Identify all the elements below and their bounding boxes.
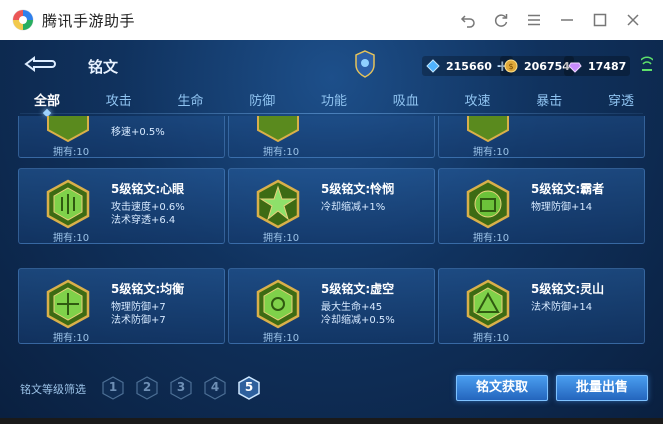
level-label: 2 xyxy=(142,380,152,394)
undo-button[interactable] xyxy=(456,8,480,32)
inscription-gem-icon xyxy=(257,116,299,143)
menu-button[interactable] xyxy=(522,8,546,32)
svg-text:$: $ xyxy=(508,62,513,71)
gem-crystal-icon xyxy=(568,62,582,73)
inscription-owned-count: 拥有:10 xyxy=(473,233,510,244)
level-filter-1[interactable]: 1 xyxy=(102,376,124,400)
inscription-stat: 法术穿透+6.4 xyxy=(111,215,176,226)
wifi-signal-icon xyxy=(641,56,653,71)
diamond-icon xyxy=(426,59,440,73)
tab-defense[interactable]: 防御 xyxy=(229,90,295,112)
inscription-gem-icon xyxy=(256,279,300,329)
level-label: 5 xyxy=(244,380,254,394)
diamond-balance: 215660 + xyxy=(422,56,513,76)
gold-balance: $ 206754 xyxy=(500,56,574,76)
level-filter-2[interactable]: 2 xyxy=(136,376,158,400)
back-arrow-icon[interactable] xyxy=(20,54,60,74)
tab-crit[interactable]: 暴击 xyxy=(516,90,582,112)
tab-attack-speed[interactable]: 攻速 xyxy=(445,90,511,112)
inscription-owned-count: 拥有:10 xyxy=(263,147,300,158)
minimize-button[interactable] xyxy=(555,8,579,32)
inscription-gem-icon xyxy=(47,116,89,143)
inscription-grid[interactable]: 移速+0.5% 拥有:10 拥有:10 拥有:10 5级铭文:心眼 攻击速度+0… xyxy=(18,116,646,346)
menu-icon xyxy=(528,14,540,26)
inscription-name: 5级铭文:心眼 xyxy=(111,182,185,196)
window-bottom-edge xyxy=(0,418,663,424)
tab-attack[interactable]: 攻击 xyxy=(86,90,152,112)
inscription-stat: 法术防御+7 xyxy=(111,315,166,326)
level-filter-4[interactable]: 4 xyxy=(204,376,226,400)
inscription-gem-icon xyxy=(46,179,90,229)
app-title: 腾讯手游助手 xyxy=(42,12,136,30)
level-label: 3 xyxy=(176,380,186,394)
inscription-stat: 冷却缩减+1% xyxy=(321,202,386,213)
inscription-stat: 移速+0.5% xyxy=(111,127,165,138)
gem-balance: 17487 xyxy=(564,56,631,76)
inscription-stat: 冷却缩减+0.5% xyxy=(321,315,395,326)
inscription-gem-icon xyxy=(467,116,509,143)
close-icon xyxy=(627,14,639,26)
inscription-card-lingshan[interactable]: 5级铭文:灵山 法术防御+14 拥有:10 xyxy=(438,268,645,344)
inscription-gem-icon xyxy=(466,179,510,229)
inscription-gem-icon xyxy=(466,279,510,329)
inscription-name: 5级铭文:霸者 xyxy=(531,182,605,196)
tab-health[interactable]: 生命 xyxy=(158,90,224,112)
inscription-card-junheng[interactable]: 5级铭文:均衡 物理防御+7 法术防御+7 拥有:10 xyxy=(18,268,225,344)
inscription-card-lianmin[interactable]: 5级铭文:怜悯 冷却缩减+1% 拥有:10 xyxy=(228,168,435,244)
tab-divider xyxy=(20,113,643,114)
game-screen: 铭文 215660 + $ 206754 17487 全部 攻击 生命 防御 功… xyxy=(0,40,663,418)
inscription-card-partial[interactable]: 移速+0.5% 拥有:10 xyxy=(18,116,225,158)
inscription-owned-count: 拥有:10 xyxy=(263,233,300,244)
level-label: 4 xyxy=(210,380,220,394)
level-filter-5[interactable]: 5 xyxy=(238,376,260,400)
inscription-name: 5级铭文:灵山 xyxy=(531,282,605,296)
inscription-card-partial[interactable]: 拥有:10 xyxy=(228,116,435,158)
close-button[interactable] xyxy=(621,8,645,32)
inscription-name: 5级铭文:怜悯 xyxy=(321,182,395,196)
maximize-button[interactable] xyxy=(588,8,612,32)
inscription-owned-count: 拥有:10 xyxy=(473,147,510,158)
inscription-stat: 法术防御+14 xyxy=(531,302,593,313)
inscription-stat: 物理防御+14 xyxy=(531,202,593,213)
inscription-card-bazhe[interactable]: 5级铭文:霸者 物理防御+14 拥有:10 xyxy=(438,168,645,244)
inscription-gem-icon xyxy=(256,179,300,229)
page-title: 铭文 xyxy=(88,58,119,76)
minimize-icon xyxy=(561,19,573,21)
obtain-inscription-button[interactable]: 铭文获取 xyxy=(456,375,548,401)
inscription-owned-count: 拥有:10 xyxy=(53,233,90,244)
tab-all[interactable]: 全部 xyxy=(14,90,80,112)
level-filter-label: 铭文等级筛选 xyxy=(20,383,86,396)
diamond-value: 215660 xyxy=(446,59,492,73)
gold-coin-icon: $ xyxy=(504,59,518,73)
inscription-owned-count: 拥有:10 xyxy=(53,147,90,158)
game-header: 铭文 215660 + $ 206754 17487 xyxy=(0,40,663,88)
inscription-card-xukong[interactable]: 5级铭文:虚空 最大生命+45 冷却缩减+0.5% 拥有:10 xyxy=(228,268,435,344)
inscription-gem-icon xyxy=(46,279,90,329)
category-tabs: 全部 攻击 生命 防御 功能 吸血 攻速 暴击 穿透 xyxy=(14,90,654,112)
gem-value: 17487 xyxy=(588,59,627,73)
inscription-owned-count: 拥有:10 xyxy=(263,333,300,344)
inscription-card-xinyan[interactable]: 5级铭文:心眼 攻击速度+0.6% 法术穿透+6.4 拥有:10 xyxy=(18,168,225,244)
inscription-card-partial[interactable]: 拥有:10 xyxy=(438,116,645,158)
inscription-name: 5级铭文:均衡 xyxy=(111,282,185,296)
maximize-icon xyxy=(593,13,607,27)
tab-lifesteal[interactable]: 吸血 xyxy=(373,90,439,112)
inscription-name: 5级铭文:虚空 xyxy=(321,282,395,296)
inscription-owned-count: 拥有:10 xyxy=(53,333,90,344)
bulk-sell-button[interactable]: 批量出售 xyxy=(556,375,648,401)
undo-icon xyxy=(460,15,475,28)
app-logo-icon xyxy=(12,9,34,31)
tab-penetration[interactable]: 穿透 xyxy=(588,90,654,112)
level-label: 1 xyxy=(108,380,118,394)
inscription-owned-count: 拥有:10 xyxy=(473,333,510,344)
window-titlebar: 腾讯手游助手 xyxy=(0,0,663,40)
level-filter-3[interactable]: 3 xyxy=(170,376,192,400)
refresh-button[interactable] xyxy=(489,8,513,32)
tab-utility[interactable]: 功能 xyxy=(301,90,367,112)
rank-badge-icon[interactable] xyxy=(354,50,376,78)
refresh-icon xyxy=(494,14,508,27)
